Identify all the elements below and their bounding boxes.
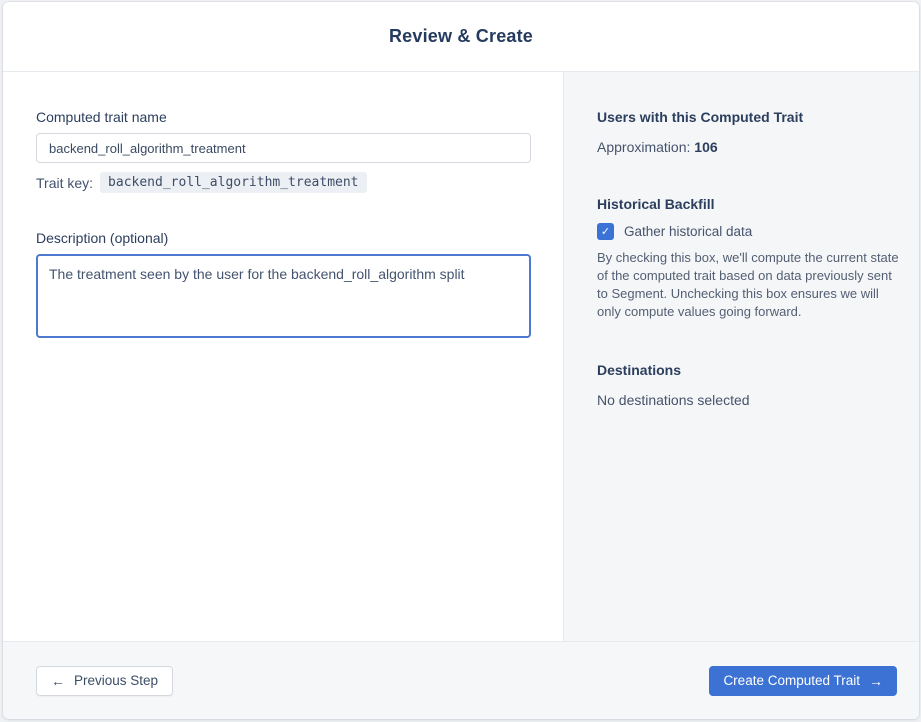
main-area: Computed trait name Trait key: backend_r… xyxy=(3,72,919,641)
users-section: Users with this Computed Trait Approxima… xyxy=(597,109,903,155)
destinations-section: Destinations No destinations selected xyxy=(597,362,903,408)
page-title: Review & Create xyxy=(388,26,534,46)
destinations-empty-text: No destinations selected xyxy=(597,392,750,408)
trait-key-badge: backend_roll_algorithm_treatment xyxy=(100,172,367,193)
backfill-section: Historical Backfill ✓ Gather historical … xyxy=(597,196,903,321)
create-computed-trait-button[interactable]: Create Computed Trait → xyxy=(709,665,897,696)
gather-historical-data-label[interactable]: Gather historical data xyxy=(624,224,752,239)
description-label: Description (optional) xyxy=(36,230,169,246)
create-computed-trait-label: Create Computed Trait xyxy=(723,673,860,688)
arrow-left-icon: ← xyxy=(51,672,65,689)
backfill-heading: Historical Backfill xyxy=(597,196,715,212)
previous-step-button[interactable]: ← Previous Step xyxy=(36,665,174,696)
previous-step-label: Previous Step xyxy=(74,673,159,688)
review-create-card: Review & Create Computed trait name Trai… xyxy=(3,2,919,719)
destinations-heading: Destinations xyxy=(597,362,682,378)
gather-historical-data-checkbox[interactable]: ✓ xyxy=(597,223,614,240)
approximation-value: 106 xyxy=(694,139,718,155)
checkmark-icon: ✓ xyxy=(600,226,611,238)
footer-bar: ← Previous Step Create Computed Trait → xyxy=(3,641,919,719)
gather-historical-data-row: ✓ Gather historical data xyxy=(597,223,903,240)
approximation-row: Approximation: 106 xyxy=(597,139,903,155)
trait-key-label: Trait key: xyxy=(36,174,94,191)
computed-trait-name-input[interactable] xyxy=(36,133,531,163)
approximation-label: Approximation: xyxy=(597,139,691,155)
form-panel: Computed trait name Trait key: backend_r… xyxy=(3,72,563,641)
arrow-right-icon: → xyxy=(869,672,883,689)
trait-key-row: Trait key: backend_roll_algorithm_treatm… xyxy=(36,172,531,193)
computed-trait-name-label: Computed trait name xyxy=(36,109,167,125)
users-heading: Users with this Computed Trait xyxy=(597,109,804,125)
backfill-description: By checking this box, we'll compute the … xyxy=(597,250,899,319)
summary-sidebar: Users with this Computed Trait Approxima… xyxy=(563,72,919,641)
description-textarea[interactable]: The treatment seen by the user for the b… xyxy=(36,254,531,338)
page-header: Review & Create xyxy=(3,2,919,72)
